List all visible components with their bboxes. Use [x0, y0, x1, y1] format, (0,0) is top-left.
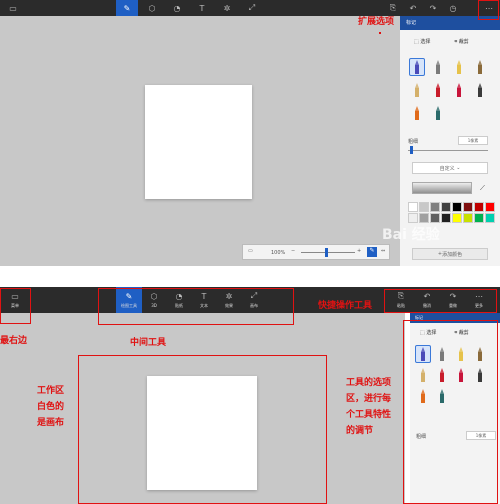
- annotation-middle-tools-box: [98, 288, 294, 325]
- annotation-menu-box: [0, 288, 31, 324]
- pen-mode-icon[interactable]: ✎: [367, 247, 377, 257]
- palette-swatch[interactable]: [430, 202, 440, 212]
- menu-icon[interactable]: ▭: [2, 0, 24, 16]
- palette-swatch[interactable]: [463, 213, 473, 223]
- palette-swatch[interactable]: [441, 202, 451, 212]
- thickness-input[interactable]: 1像素: [458, 136, 488, 145]
- annotation-middle-tools: 中间工具: [130, 338, 167, 348]
- history-button[interactable]: ◷: [442, 0, 464, 16]
- sticker-tool-button[interactable]: ◔: [166, 0, 188, 16]
- thickness-label: 粗细: [408, 139, 419, 145]
- view-icon[interactable]: ⇔: [381, 248, 385, 254]
- brush-option[interactable]: [431, 59, 445, 75]
- annotation-dot: [379, 32, 381, 34]
- palette-swatch[interactable]: [463, 202, 473, 212]
- color-mode-dropdown[interactable]: 自定义 ⌄: [412, 162, 488, 174]
- annotation-far-right: 最右边: [0, 336, 28, 346]
- zoom-in-button[interactable]: +: [357, 248, 361, 254]
- brush-option[interactable]: [431, 82, 445, 98]
- redo-button[interactable]: ↷: [422, 0, 444, 16]
- watermark: Bai 经验: [382, 227, 440, 243]
- color-palette: [408, 202, 498, 223]
- zoom-out-button[interactable]: −: [291, 248, 295, 254]
- brush-option[interactable]: [452, 82, 466, 98]
- undo-button[interactable]: ↶: [402, 0, 424, 16]
- screenshot-divider: [0, 266, 500, 287]
- canvas-tool-button[interactable]: ⤢: [241, 0, 263, 16]
- annotation-options-box: [403, 320, 498, 504]
- palette-swatch[interactable]: [419, 213, 429, 223]
- brush-option[interactable]: [409, 58, 425, 76]
- crop-tab[interactable]: ⌗ 裁剪: [454, 38, 468, 45]
- zoom-level: 100%: [271, 250, 286, 256]
- fit-icon[interactable]: ▭: [248, 248, 253, 254]
- brush-grid: [400, 53, 500, 127]
- annotation-workspace: 工作区 白色的 是画布: [37, 386, 65, 428]
- palette-swatch[interactable]: [485, 213, 495, 223]
- annotation-quick-tools-box: [384, 289, 497, 313]
- thickness-slider[interactable]: [408, 150, 488, 151]
- top-toolbar: ▭ ✎ ⬡ ◔ T ✲ ⤢ ⎘ ↶ ↷ ◷ ⋯: [0, 0, 500, 16]
- brush-tool-button[interactable]: ✎: [116, 0, 138, 16]
- brush-option[interactable]: [410, 82, 424, 98]
- select-tab[interactable]: ⬚ 选择: [414, 38, 430, 45]
- 3d-tool-button[interactable]: ⬡: [141, 0, 163, 16]
- status-bar: ▭ 100% − + ✎ ⇔: [242, 244, 390, 260]
- annotation-quick-tools: 快捷操作工具: [318, 301, 373, 311]
- eyedropper-icon[interactable]: ⟋: [480, 184, 485, 193]
- add-color-button[interactable]: + 添加颜色: [412, 248, 488, 260]
- annotation-workspace-box: [78, 355, 327, 504]
- palette-swatch[interactable]: [441, 213, 451, 223]
- annotation-options-area: 工具的选项 区，进行每 个工具特性 的调节: [346, 378, 392, 436]
- zoom-slider-track[interactable]: [301, 252, 355, 253]
- palette-swatch[interactable]: [452, 213, 462, 223]
- palette-swatch[interactable]: [474, 202, 484, 212]
- screenshot-2: ▭ 菜单 ✎ 绘图工具 ⬡ 3D ◔ 贴纸 T 文本 ✲ 效果 ⤢ 画布 ⎘ 粘贴 ↶ 撤消 ↷ 重…: [0, 287, 500, 504]
- text-tool-button[interactable]: T: [191, 0, 213, 16]
- palette-swatch[interactable]: [408, 213, 418, 223]
- palette-swatch[interactable]: [474, 213, 484, 223]
- effects-tool-button[interactable]: ✲: [216, 0, 238, 16]
- palette-swatch[interactable]: [408, 202, 418, 212]
- screenshot-1: ▭ ✎ ⬡ ◔ T ✲ ⤢ ⎘ ↶ ↷ ◷ ⋯ ▭ 100% − + ✎ ⇔ 标…: [0, 0, 500, 266]
- canvas-paper[interactable]: [145, 85, 252, 199]
- brush-option[interactable]: [431, 105, 445, 121]
- palette-swatch[interactable]: [452, 202, 462, 212]
- palette-swatch[interactable]: [430, 213, 440, 223]
- zoom-slider-thumb[interactable]: [325, 248, 328, 257]
- brush-option[interactable]: [452, 59, 466, 75]
- annotation-expand-options: 扩展选项: [358, 17, 395, 27]
- current-color-swatch[interactable]: [412, 182, 472, 194]
- annotation-expand-box: [478, 0, 499, 20]
- thickness-slider-thumb[interactable]: [410, 146, 413, 154]
- brush-option[interactable]: [473, 59, 487, 75]
- brush-option[interactable]: [473, 82, 487, 98]
- palette-swatch[interactable]: [419, 202, 429, 212]
- brush-option[interactable]: [410, 105, 424, 121]
- palette-swatch[interactable]: [485, 202, 495, 212]
- workspace[interactable]: [0, 16, 400, 266]
